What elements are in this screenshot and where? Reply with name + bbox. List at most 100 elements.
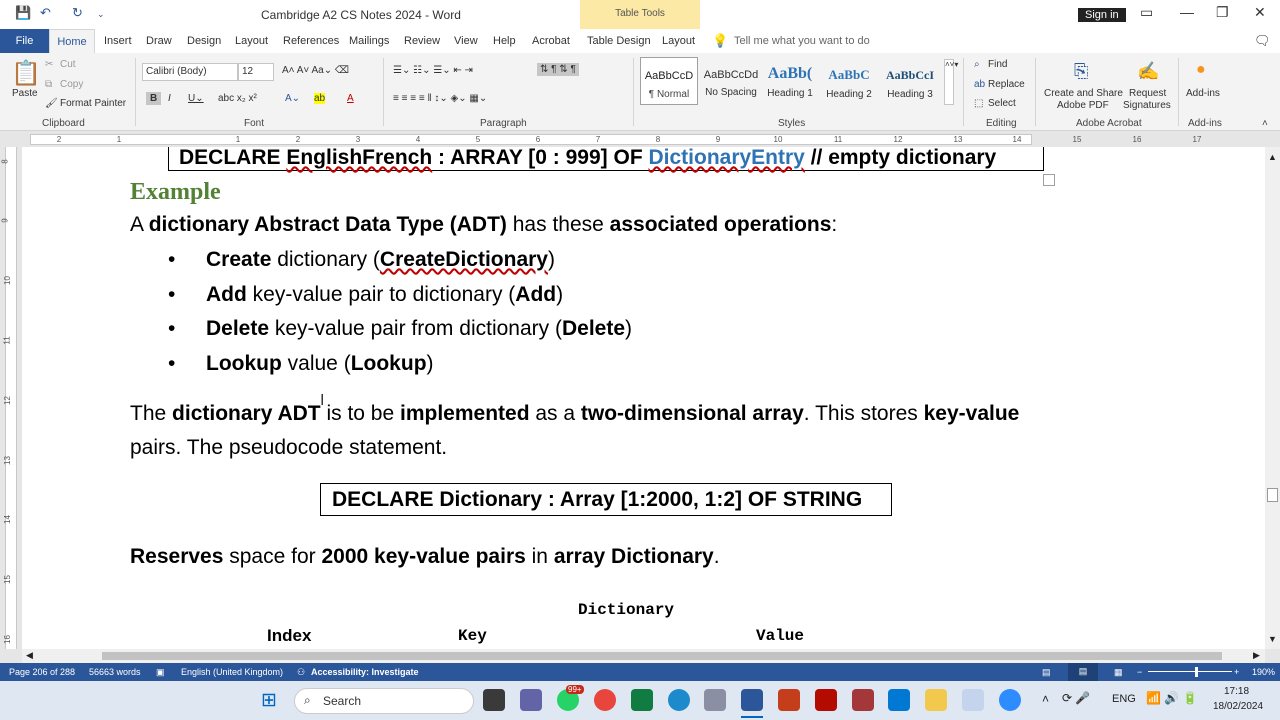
font-size-select[interactable]: 12 [238,63,274,81]
page-count[interactable]: Page 206 of 288 [9,667,75,677]
task-view-icon[interactable] [483,689,505,711]
format-painter-icon[interactable]: 🖌 [45,98,58,109]
tell-me-search[interactable]: Tell me what you want to do [734,35,870,47]
sign-in-button[interactable]: Sign in [1077,7,1127,23]
bullets-icon[interactable]: ☰⌄ ☷⌄ ☰⌄ ⇤ ⇥ [393,65,473,76]
align-icons[interactable]: ≡ ≡ ≡ ≡ ‖ ↕⌄ ◈⌄ ▦⌄ [393,93,487,104]
copy-button[interactable]: Copy [60,79,83,90]
snipping-icon[interactable] [962,689,984,711]
tab-layout[interactable]: Layout [235,35,268,47]
italic-button[interactable]: I [168,93,171,104]
minimize-icon[interactable]: — [1180,4,1194,20]
save-icon[interactable]: 💾 [15,5,31,21]
find-button[interactable]: Find [988,59,1007,70]
table-resize-handle[interactable] [1043,174,1055,186]
select-icon[interactable]: ⬚ [974,98,983,109]
cut-button[interactable]: Cut [60,59,76,70]
h-scroll-thumb[interactable] [102,652,1222,660]
zoom-out-icon[interactable]: − [1137,667,1142,677]
text-effects-icon[interactable]: A⌄ [285,93,300,104]
tab-design[interactable]: Design [187,35,221,47]
create-pdf-button-line2[interactable]: Adobe PDF [1057,100,1109,111]
add-ins-button[interactable]: Add-ins [1186,88,1220,99]
acrobat-icon[interactable] [815,689,837,711]
scroll-down-icon[interactable]: ▼ [1268,634,1277,644]
tab-home[interactable]: Home [49,29,95,54]
ribbon-display-icon[interactable]: ▭ [1140,4,1153,21]
document-page[interactable]: DECLARE EnglishFrench : ARRAY [0 : 999] … [22,147,1265,649]
style-heading-1[interactable]: AaBb(Heading 1 [762,65,818,99]
scroll-thumb[interactable] [1267,488,1278,502]
tab-view[interactable]: View [454,35,478,47]
horizontal-scrollbar[interactable]: ◀ ▶ [22,649,1265,663]
chrome-icon[interactable] [594,689,616,711]
create-pdf-icon[interactable]: ⎘ [1074,61,1088,82]
tab-help[interactable]: Help [493,35,516,47]
customize-qat-icon[interactable]: ⌄ [97,9,105,20]
input-language[interactable]: ENG [1112,693,1136,705]
language-status[interactable]: English (United Kingdom) [181,667,283,677]
font-color-icon[interactable]: A [347,93,354,104]
tab-references[interactable]: References [283,35,339,47]
file-explorer-icon[interactable] [925,689,947,711]
replace-button[interactable]: Replace [988,79,1025,90]
scroll-right-icon[interactable]: ▶ [1253,650,1260,661]
font-name-select[interactable]: Calibri (Body) [142,63,238,81]
tab-draw[interactable]: Draw [146,35,172,47]
grow-font-icon[interactable]: A˄ A˅ Aa⌄ ⌫ [282,65,349,76]
format-painter-button[interactable]: Format Painter [60,98,126,109]
zoom-app-icon[interactable] [999,689,1021,711]
store-icon[interactable] [888,689,910,711]
scroll-up-icon[interactable]: ▲ [1268,152,1277,162]
zoom-level[interactable]: 190% [1252,667,1275,677]
cut-icon[interactable]: ✂ [45,59,53,70]
request-signatures-button-line2[interactable]: Signatures [1123,100,1171,111]
comments-icon[interactable]: 🗨 [1254,33,1271,49]
underline-button[interactable]: U⌄ [188,93,204,104]
tray-chevron-icon[interactable]: ˄ [1042,692,1049,706]
zoom-slider[interactable] [1148,671,1232,672]
tab-mailings[interactable]: Mailings [349,35,389,47]
teams-icon[interactable] [520,689,542,711]
accessibility-icon[interactable]: ⚇ [297,667,305,678]
zoom-in-icon[interactable]: + [1234,667,1239,677]
accessibility-status[interactable]: Accessibility: Investigate [311,667,419,677]
zoom-thumb[interactable] [1195,667,1198,677]
word-count[interactable]: 56663 words [89,667,141,677]
wifi-volume-battery-icons[interactable]: 📶 🔊 🔋 [1146,691,1198,705]
select-button[interactable]: Select [988,98,1016,109]
excel-icon[interactable] [631,689,653,711]
read-mode-icon[interactable]: ▤ [1042,667,1051,678]
find-icon[interactable]: ⌕ [974,59,980,70]
print-layout-icon[interactable]: ▤ [1068,663,1098,681]
scroll-left-icon[interactable]: ◀ [26,650,33,661]
replace-icon[interactable]: ab [974,79,985,90]
tab-review[interactable]: Review [404,35,440,47]
style-heading-2[interactable]: AaBbC Heading 2 [820,67,878,100]
copy-icon[interactable]: ⧉ [45,79,52,90]
undo-icon[interactable]: ↶ [40,5,51,21]
tab-insert[interactable]: Insert [104,35,132,47]
request-signatures-button[interactable]: Request [1129,88,1166,99]
app-icon[interactable] [704,689,726,711]
strike-sub-sup-icons[interactable]: abc x₂ x² [218,93,257,104]
styles-scroll-icon[interactable]: ˄˅▾ [944,59,958,105]
word-icon[interactable] [741,689,763,711]
style-heading-3[interactable]: AaBbCcI Heading 3 [880,68,940,100]
proofing-icon[interactable]: ▣ [156,667,165,678]
maximize-icon[interactable]: ❐ [1216,4,1229,21]
style-normal[interactable]: AaBbCcD ¶ Normal [640,57,698,105]
clock-date[interactable]: 18/02/2024 [1213,701,1263,712]
tray-icons[interactable]: ⟳ 🎤 [1062,691,1090,705]
paste-button[interactable]: Paste [12,88,38,99]
taskbar-search[interactable]: ⌕ Search [294,688,474,714]
web-layout-icon[interactable]: ▦ [1114,667,1123,678]
redo-icon[interactable]: ↻ [72,5,83,21]
clock-time[interactable]: 17:18 [1224,686,1249,697]
access-icon[interactable] [852,689,874,711]
bold-button[interactable]: B [146,92,162,105]
start-icon[interactable]: ⊞ [261,689,277,712]
highlight-icon[interactable]: ab [314,93,326,104]
ruler-track[interactable] [30,134,1032,145]
tab-acrobat[interactable]: Acrobat [532,35,570,47]
